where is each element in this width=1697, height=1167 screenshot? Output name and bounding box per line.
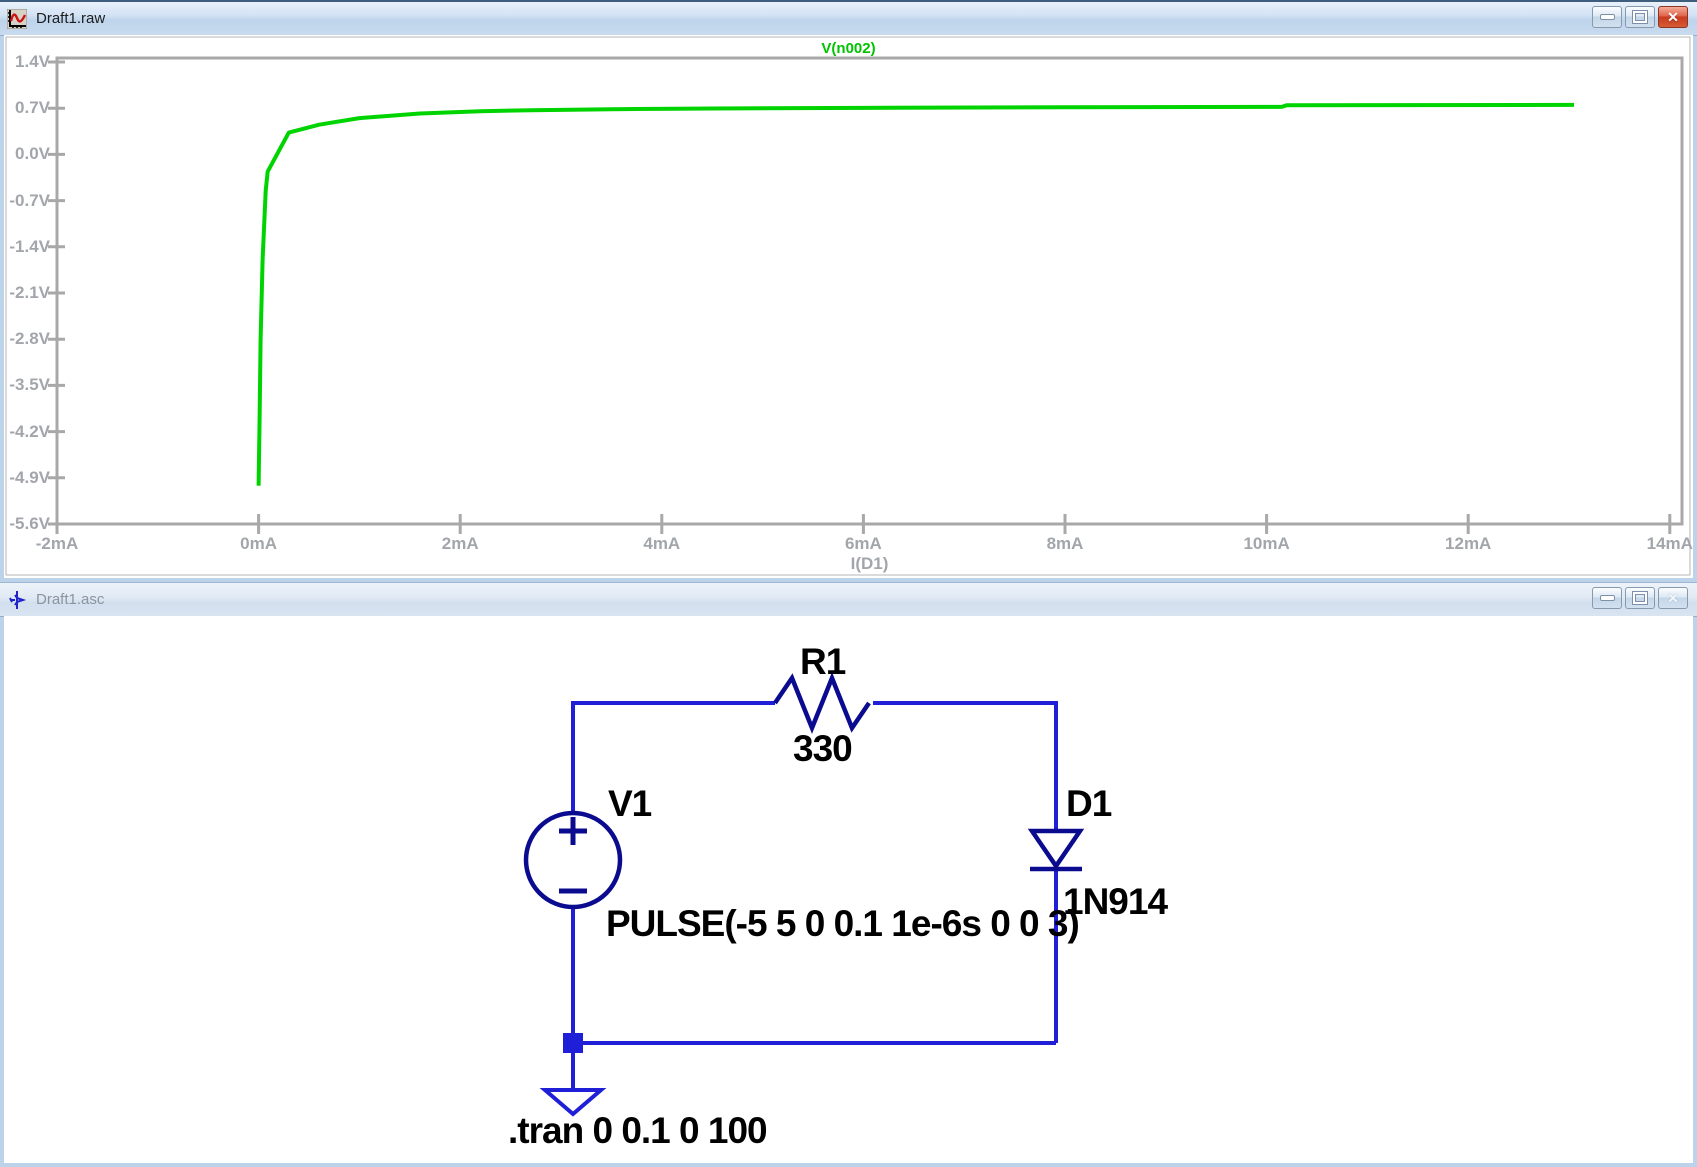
minimize-button[interactable] bbox=[1592, 6, 1622, 28]
minimize-icon bbox=[1601, 15, 1614, 19]
schematic-canvas[interactable] bbox=[4, 616, 1693, 1163]
waveform-icon bbox=[7, 9, 27, 29]
close-icon: ✕ bbox=[1667, 591, 1679, 605]
maximize-icon bbox=[1633, 11, 1647, 23]
maximize-button[interactable] bbox=[1625, 6, 1655, 28]
schematic-window-title: Draft1.asc bbox=[36, 591, 104, 608]
schematic-titlebar[interactable]: Draft1.asc ✕ bbox=[0, 583, 1697, 617]
close-button[interactable]: ✕ bbox=[1658, 587, 1688, 609]
close-button[interactable]: ✕ bbox=[1658, 6, 1688, 28]
minimize-button[interactable] bbox=[1592, 587, 1622, 609]
waveform-titlebar[interactable]: Draft1.raw ✕ bbox=[0, 2, 1697, 36]
schematic-window: Draft1.asc ✕ bbox=[0, 583, 1697, 1167]
close-icon: ✕ bbox=[1667, 10, 1679, 24]
schematic-icon bbox=[7, 589, 27, 611]
waveform-window: Draft1.raw ✕ bbox=[0, 0, 1697, 582]
minimize-icon bbox=[1601, 596, 1614, 600]
waveform-window-title: Draft1.raw bbox=[36, 10, 105, 27]
plot-pane[interactable] bbox=[4, 35, 1693, 578]
maximize-button[interactable] bbox=[1625, 587, 1655, 609]
maximize-icon bbox=[1633, 592, 1647, 604]
